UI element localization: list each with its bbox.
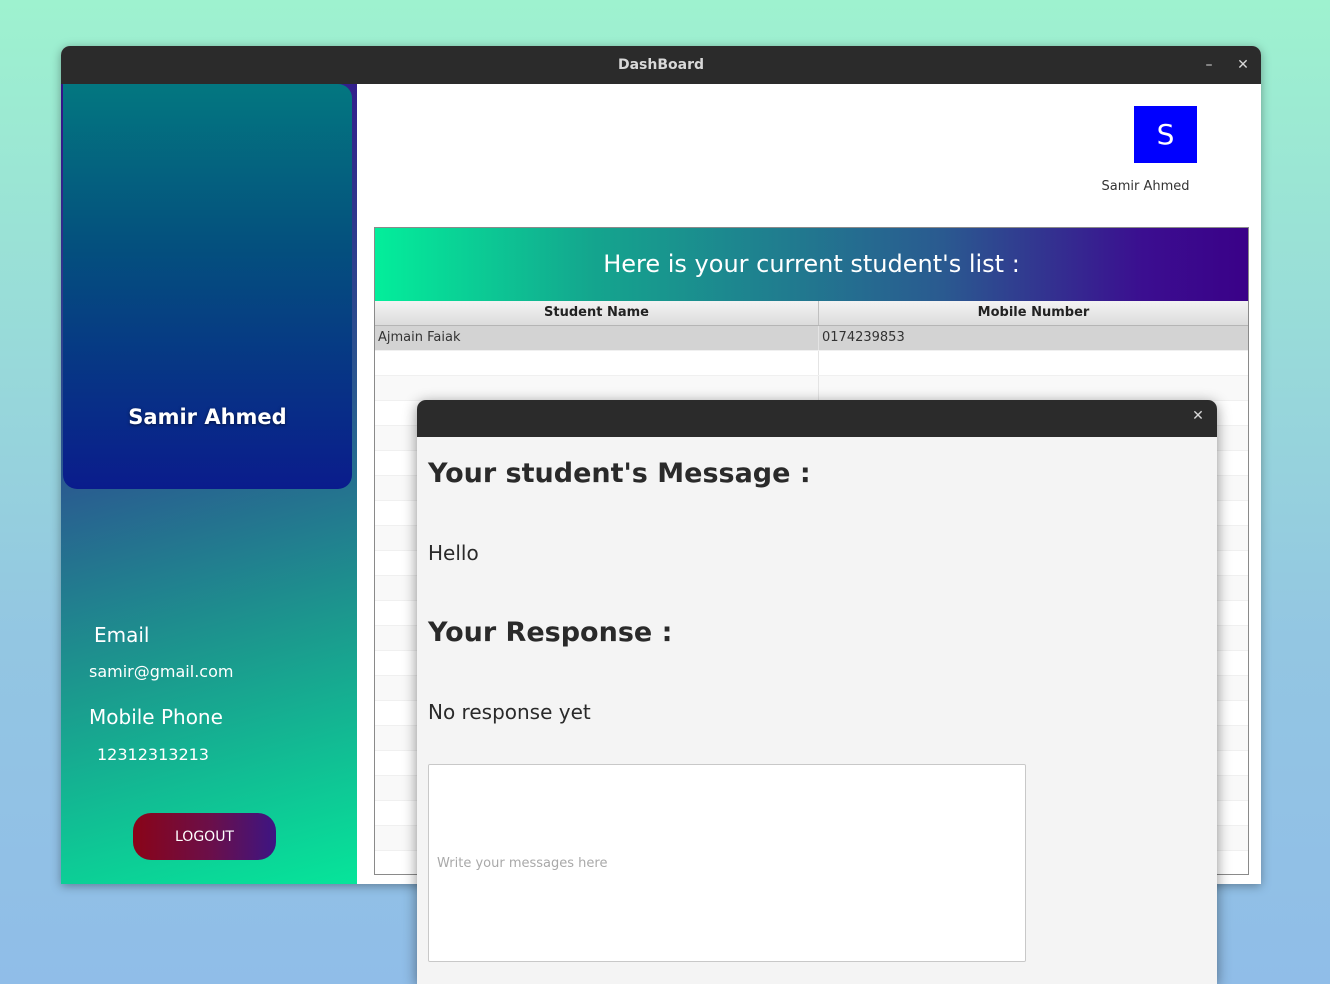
message-text: Hello [428, 541, 479, 565]
email-label: Email [94, 623, 150, 647]
column-header-student-name[interactable]: Student Name [375, 301, 819, 325]
students-banner: Here is your current student's list : [375, 228, 1248, 301]
email-value: samir@gmail.com [89, 662, 234, 681]
phone-value: 12312313213 [97, 745, 209, 764]
empty-table-row[interactable] [375, 376, 1248, 401]
message-dialog: ✕ Your student's Message : Hello Your Re… [417, 400, 1217, 984]
student-name-cell: Ajmain Faiak [378, 330, 461, 345]
response-text: No response yet [428, 700, 591, 724]
mobile-number-cell: 0174239853 [822, 330, 905, 345]
close-window-button[interactable]: ✕ [1232, 54, 1254, 76]
dialog-titlebar[interactable]: ✕ [417, 400, 1217, 437]
minimize-button[interactable]: – [1198, 54, 1220, 76]
phone-label: Mobile Phone [89, 705, 223, 729]
dialog-close-button[interactable]: ✕ [1188, 408, 1208, 428]
sidebar: Samir Ahmed Email samir@gmail.com Mobile… [61, 84, 357, 884]
empty-table-row[interactable] [375, 351, 1248, 376]
logout-button[interactable]: LOGOUT [133, 813, 276, 860]
table-row[interactable]: Ajmain Faiak 0174239853 [375, 326, 1248, 351]
message-heading: Your student's Message : [428, 458, 811, 489]
window-titlebar[interactable]: DashBoard – ✕ [61, 46, 1261, 84]
profile-card: Samir Ahmed [63, 84, 352, 489]
response-heading: Your Response : [428, 617, 673, 648]
message-input[interactable] [428, 764, 1026, 962]
column-header-mobile-number[interactable]: Mobile Number [819, 301, 1248, 325]
avatar[interactable]: S [1134, 106, 1197, 163]
header-user-name: Samir Ahmed [1101, 179, 1190, 194]
profile-name: Samir Ahmed [128, 405, 287, 429]
window-title: DashBoard [617, 57, 705, 73]
table-header: Student Name Mobile Number [375, 301, 1248, 326]
